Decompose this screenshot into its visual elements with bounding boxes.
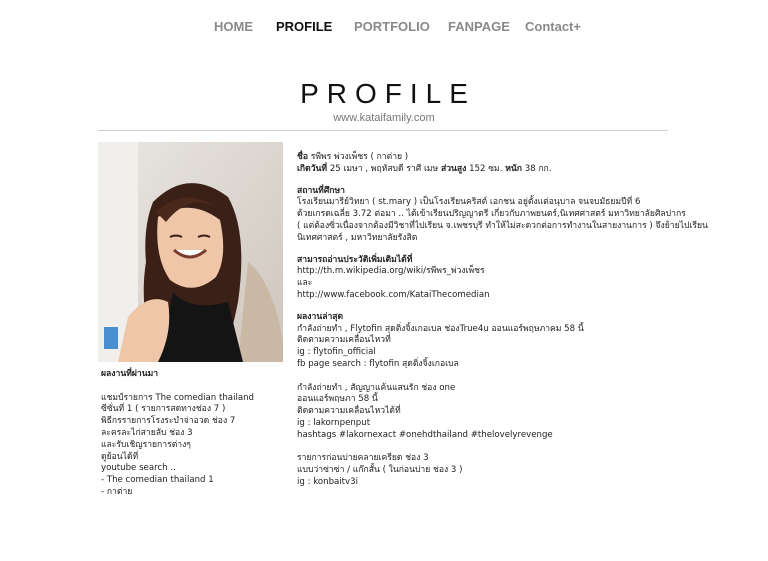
latest-work-line: ติดตามความเคลื่อนไหวที่ bbox=[297, 335, 391, 346]
nav-home[interactable]: HOME bbox=[214, 19, 253, 34]
past-work-line: ซีซั่นที่ 1 ( รายการสดทางช่อง 7 ) bbox=[101, 404, 226, 415]
divider bbox=[98, 130, 668, 131]
education-section: สถานที่ศึกษา โรงเรียนมารีย์วิทยา ( st.ma… bbox=[297, 185, 708, 245]
latest-work-line: ออนแอร์พฤษภา 58 นี้ bbox=[297, 394, 378, 405]
site-url: www.kataifamily.com bbox=[333, 112, 435, 124]
past-work-line: แชมป์รายการ The comedian thailand bbox=[101, 392, 255, 403]
education-heading: สถานที่ศึกษา bbox=[297, 185, 345, 196]
past-work-line: - กาต่าย bbox=[101, 486, 133, 497]
latest-work-line: แบบว่าซ่าซ่า / แก๊กสั้น ( ในก่อนบ่าย ช่อ… bbox=[297, 465, 463, 476]
latest-work-section: ผลงานล่าสุด กำลังถ่ายทำ , Flytofin สุดติ… bbox=[297, 312, 707, 489]
birth-label: เกิดวันที่ bbox=[297, 163, 328, 174]
name-value: รพีพร พ่วงเพ็ชร ( กาต่าย ) bbox=[310, 152, 409, 162]
basic-info: ชื่อ รพีพร พ่วงเพ็ชร ( กาต่าย ) เกิดวันท… bbox=[297, 152, 707, 176]
latest-work-line: hashtags #lakornexact #onehdthailand #th… bbox=[297, 429, 553, 440]
past-work-section: ผลงานที่ผ่านมา แชมป์รายการ The comedian … bbox=[101, 369, 281, 499]
latest-work-line: ig : konbaitv3i bbox=[297, 476, 358, 487]
latest-work-line: ig : lakornpenput bbox=[297, 417, 371, 428]
weight-value: 38 กก. bbox=[524, 163, 552, 174]
latest-work-line: กำลังถ่ายทำ , สัญญาแค้นแสนรัก ช่อง one bbox=[297, 382, 456, 393]
more-info-section: สามารถอ่านประวัติเพิ่มเติมได้ที่ http://… bbox=[297, 255, 707, 302]
weight-label: หนัก bbox=[505, 163, 522, 174]
past-work-line: ละครละไก่สายลับ ช่อง 3 bbox=[101, 427, 193, 438]
past-work-line: ดูย้อนได้ที่ bbox=[101, 451, 139, 462]
top-nav: HOME PROFILE PORTFOLIO FANPAGE Contact+ bbox=[0, 19, 768, 37]
latest-work-line: รายการก่อนบ่ายคลายเครียด ช่อง 3 bbox=[297, 453, 429, 464]
past-work-line: พิธีกรรายการโรงระบำจ่าอวด ช่อง 7 bbox=[101, 416, 236, 427]
education-line: ด้วยเกรดเฉลี่ย 3.72 ต่อมา .. ได้เข้าเรีย… bbox=[297, 209, 686, 220]
birth-row: เกิดวันที่ 25 เมษา , พฤหัสบดี ราศี เมษ ส… bbox=[297, 164, 707, 176]
past-work-heading: ผลงานที่ผ่านมา bbox=[101, 369, 159, 379]
past-work-line: youtube search .. bbox=[101, 463, 176, 474]
latest-work-line: ติดตามความเคลื่อนไหวได้ที่ bbox=[297, 406, 401, 417]
page-title: PROFILE bbox=[300, 78, 476, 109]
name-row: ชื่อ รพีพร พ่วงเพ็ชร ( กาต่าย ) bbox=[297, 152, 707, 164]
education-line: โรงเรียนมารีย์วิทยา ( st.mary ) เป็นโรงเ… bbox=[297, 197, 641, 208]
nav-contact[interactable]: Contact+ bbox=[525, 19, 581, 34]
past-work-line: และรับเชิญรายการต่างๆ bbox=[101, 439, 191, 450]
profile-details: ชื่อ รพีพร พ่วงเพ็ชร ( กาต่าย ) เกิดวันท… bbox=[297, 152, 708, 489]
height-value: 152 ซม. bbox=[469, 163, 503, 174]
height-label: ส่วนสูง bbox=[440, 163, 467, 174]
birth-value: 25 เมษา , พฤหัสบดี ราศี เมษ bbox=[329, 163, 439, 174]
nav-profile[interactable]: PROFILE bbox=[276, 19, 332, 34]
latest-work-line: ig : flytofin_official bbox=[297, 347, 376, 358]
latest-work-heading: ผลงานล่าสุด bbox=[297, 311, 344, 322]
past-work-line: - The comedian thailand 1 bbox=[101, 475, 214, 486]
and-text: และ bbox=[297, 278, 313, 289]
profile-photo-illustration bbox=[98, 142, 283, 362]
education-line: นิเทศศาสตร์ , มหาวิทยาลัยรังสิต bbox=[297, 232, 418, 243]
more-info-heading: สามารถอ่านประวัติเพิ่มเติมได้ที่ bbox=[297, 254, 413, 265]
latest-work-line: กำลังถ่ายทำ , Flytofin สุดติ่งจิ้งเกอเบล… bbox=[297, 323, 584, 334]
name-label: ชื่อ bbox=[297, 152, 308, 162]
facebook-link[interactable]: http://www.facebook.com/KataiThecomedian bbox=[297, 290, 707, 302]
latest-work-line: fb page search : flytofin สุดติ่งจิ้งเกอ… bbox=[297, 358, 459, 369]
nav-portfolio[interactable]: PORTFOLIO bbox=[354, 19, 430, 34]
nav-fanpage[interactable]: FANPAGE bbox=[448, 19, 510, 34]
education-line: ( แต่ต้องซิ่วเนื่องจากต้องมีวิชาที่ไปเรี… bbox=[297, 220, 708, 231]
wikipedia-link[interactable]: http://th.m.wikipedia.org/wiki/รพีพร_พ่ว… bbox=[297, 266, 707, 278]
profile-photo bbox=[98, 142, 283, 362]
